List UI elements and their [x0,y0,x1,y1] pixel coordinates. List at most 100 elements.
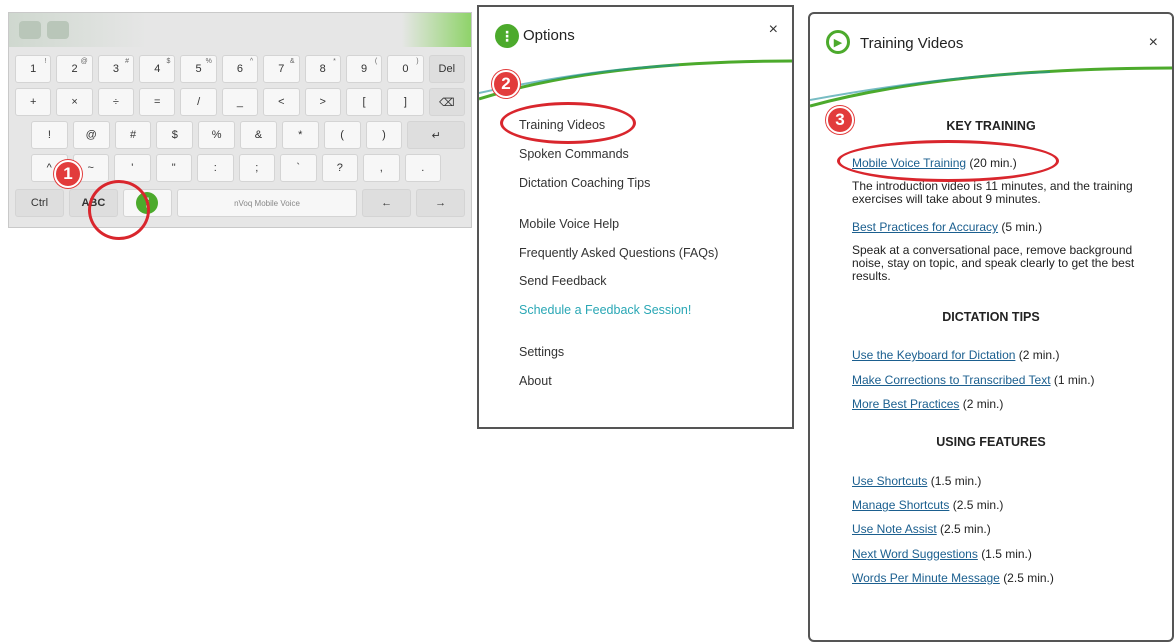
right-arrow-icon[interactable]: → [416,189,466,217]
keyboard-row-symbols-3: ^ ~ ' " : ; ` ? , . [31,154,441,182]
key-semicolon[interactable]: ; [238,154,275,182]
key-9[interactable]: 9( [345,55,383,83]
key-close-bracket[interactable]: ] [387,88,424,116]
key-7[interactable]: 7 & [263,55,300,83]
header-swoosh [810,66,1172,108]
video-description: Speak at a conversational pace, remove b… [852,243,1135,283]
video-link-use-shortcuts[interactable]: Use Shortcuts [852,474,927,488]
key-ctrl[interactable]: Ctrl [15,189,64,217]
key-8[interactable]: 8 * [304,55,341,83]
step-badge-3: 3 [826,106,854,134]
keyboard-row-symbols-2: ! @ # $ % & * ( ) ↵ [31,121,466,149]
key-quote[interactable]: " [155,154,192,182]
key-close-paren[interactable]: ) [365,121,403,149]
section-heading-key-training: KEY TRAINING [946,119,1036,133]
section-heading-using-features: USING FEATURES [936,435,1046,449]
key-percent[interactable]: % [198,121,236,149]
video-duration: (2 min.) [1018,348,1060,362]
video-link-make-corrections[interactable]: Make Corrections to Transcribed Text [852,373,1051,387]
menu-item-about[interactable]: About [519,374,552,388]
menu-item-settings[interactable]: Settings [519,345,564,359]
video-link-best-practices-accuracy[interactable]: Best Practices for Accuracy [852,220,998,234]
enter-icon[interactable]: ↵ [407,121,466,149]
key-open-paren[interactable]: ( [323,121,361,149]
highlight-ring-2 [500,102,636,144]
key-exclamation[interactable]: ! [31,121,68,149]
key-underscore[interactable]: _ [221,88,259,116]
video-row: Make Corrections to Transcribed Text (1 … [852,373,1095,387]
menu-item-dictation-tips[interactable]: Dictation Coaching Tips [519,176,650,190]
menu-item-schedule-feedback[interactable]: Schedule a Feedback Session! [519,303,691,317]
video-duration: (1.5 min.) [930,474,982,488]
highlight-ring-1 [88,180,150,240]
video-link-manage-shortcuts[interactable]: Manage Shortcuts [852,498,949,512]
key-at[interactable]: @ [72,121,110,149]
video-duration: (5 min.) [1001,220,1043,234]
video-link-use-note-assist[interactable]: Use Note Assist [852,522,937,536]
key-5[interactable]: 5% [180,55,217,83]
key-equals[interactable]: = [139,88,176,116]
key-apostrophe[interactable]: ' [114,154,151,182]
close-icon[interactable]: × [1149,34,1158,52]
video-link-next-word-suggestions[interactable]: Next Word Suggestions [852,547,978,561]
video-link-words-per-minute[interactable]: Words Per Minute Message [852,571,1000,585]
key-period[interactable]: . [404,154,441,182]
section-heading-dictation-tips: DICTATION TIPS [942,310,1040,324]
blurred-element [47,21,69,39]
video-duration: (1.5 min.) [981,547,1032,561]
video-row: Best Practices for Accuracy (5 min.) [852,220,1042,234]
key-plus[interactable]: + [15,88,52,116]
blurred-element [19,21,41,39]
key-greater-than[interactable]: > [304,88,341,116]
header-swoosh [479,59,792,101]
key-delete[interactable]: Del [428,55,465,83]
kebab-menu-icon: ⋮ [495,24,519,48]
video-duration: (1 min.) [1053,373,1095,387]
key-multiply[interactable]: × [56,88,93,116]
key-question[interactable]: ? [321,154,358,182]
video-duration: (2 min.) [962,397,1004,411]
keyboard-panel: 1! 2 @ 3 # 4 $ 5% 6 ^ 7 & 8 * 9( 0) Del + × ÷ … [8,12,472,228]
backspace-icon[interactable]: ⌫ [428,88,465,116]
video-row: Use the Keyboard for Dictation (2 min.) [852,348,1059,362]
video-row: Manage Shortcuts (2.5 min.) [852,498,1003,512]
video-description: The introduction video is 11 minutes, an… [852,179,1133,206]
key-comma[interactable]: , [363,154,400,182]
key-4[interactable]: 4 $ [139,55,176,83]
keyboard-row-bottom: Ctrl ABC ⋮ nVoq Mobile Voice ← → [15,189,466,217]
video-row: Words Per Minute Message (2.5 min.) [852,571,1054,585]
key-3[interactable]: 3 # [97,55,135,83]
key-2[interactable]: 2 @ [56,55,93,83]
key-dollar[interactable]: $ [156,121,194,149]
video-link-keyboard-dictation[interactable]: Use the Keyboard for Dictation [852,348,1015,362]
key-less-than[interactable]: < [263,88,300,116]
options-title: Options [523,27,575,44]
video-link-more-best-practices[interactable]: More Best Practices [852,397,959,411]
key-0[interactable]: 0) [387,55,424,83]
key-1[interactable]: 1! [15,55,52,83]
menu-item-send-feedback[interactable]: Send Feedback [519,274,607,288]
menu-item-spoken-commands[interactable]: Spoken Commands [519,147,629,161]
keyboard-row-symbols-1: + × ÷ = / _ < > [ ] ⌫ [15,88,465,116]
training-title: Training Videos [860,35,964,52]
key-hash[interactable]: # [114,121,152,149]
key-slash[interactable]: / [180,88,217,116]
key-divide[interactable]: ÷ [97,88,135,116]
close-icon[interactable]: × [769,21,778,39]
key-asterisk[interactable]: * [281,121,319,149]
step-badge-1: 1 [54,160,82,188]
key-colon[interactable]: : [197,154,234,182]
play-icon: ▶ [826,30,850,54]
video-row: More Best Practices (2 min.) [852,397,1003,411]
menu-item-help[interactable]: Mobile Voice Help [519,217,619,231]
key-backtick[interactable]: ` [280,154,317,182]
training-videos-panel: ▶ Training Videos × KEY TRAINING Mobile … [808,12,1174,642]
key-open-bracket[interactable]: [ [345,88,383,116]
left-arrow-icon[interactable]: ← [362,189,412,217]
menu-item-faqs[interactable]: Frequently Asked Questions (FAQs) [519,246,718,260]
spacebar[interactable]: nVoq Mobile Voice [176,189,358,217]
key-ampersand[interactable]: & [240,121,277,149]
key-6[interactable]: 6 ^ [221,55,259,83]
step-badge-2: 2 [492,70,520,98]
video-duration: (2.5 min.) [1003,571,1054,585]
